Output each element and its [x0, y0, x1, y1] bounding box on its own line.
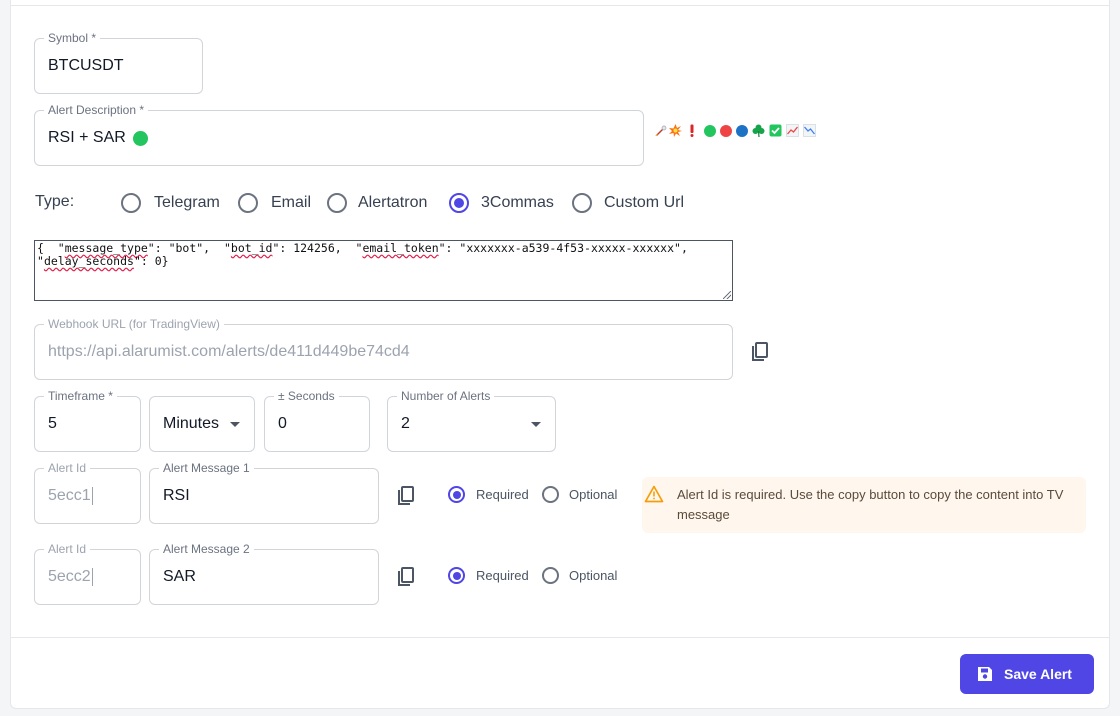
alert-message-field-1[interactable]: Alert Message 1 RSI	[149, 461, 379, 524]
number-of-alerts-label: Number of Alerts	[397, 389, 495, 403]
required-radio-2[interactable]	[448, 567, 465, 584]
optional-label-1: Optional	[569, 487, 618, 502]
json-key: message_type	[64, 241, 148, 255]
text-cursor	[91, 568, 93, 586]
chevron-down-icon	[531, 422, 541, 427]
alert-id-value: 5ecc2	[48, 550, 93, 604]
number-of-alerts-value: 2	[401, 415, 410, 432]
warning-alert: Alert Id is required. Use the copy butto…	[642, 477, 1086, 533]
type-label-3commas: 3Commas	[481, 194, 554, 211]
alert-description-value: RSI + SAR	[48, 111, 148, 165]
type-radio-telegram[interactable]	[121, 193, 141, 213]
chart-up-icon[interactable]	[786, 124, 799, 137]
copy-alert-id-icon[interactable]	[396, 485, 416, 507]
optional-label-2: Optional	[569, 568, 618, 583]
timeframe-value: 5	[48, 415, 57, 432]
json-key: bot_id	[230, 241, 273, 255]
timeframe-field[interactable]: Timeframe * 5	[34, 389, 141, 452]
green-circle-icon	[132, 130, 148, 146]
warning-text: Alert Id is required. Use the copy butto…	[677, 487, 1064, 522]
save-alert-label: Save Alert	[1004, 666, 1072, 682]
alert-description-field[interactable]: Alert Description * RSI + SAR	[34, 103, 644, 166]
footer-divider	[10, 637, 1110, 638]
explosion-icon[interactable]	[669, 124, 682, 137]
symbol-value: BTCUSDT	[48, 57, 124, 74]
json-text: ": "bot", "	[147, 241, 231, 255]
alert-id-field-1[interactable]: Alert Id 5ecc1	[34, 461, 141, 524]
alert-message-value: SAR	[163, 568, 196, 585]
type-radio-3commas[interactable]	[449, 193, 469, 213]
alert-description-text: RSI + SAR	[48, 129, 126, 146]
top-divider	[10, 5, 1110, 6]
type-radio-custom-url[interactable]	[572, 193, 592, 213]
type-label: Type:	[35, 193, 75, 210]
timeframe-unit-select[interactable]: Minutes	[149, 396, 255, 452]
alert-id-value: 5ecc1	[48, 469, 93, 523]
optional-radio-1[interactable]	[542, 486, 559, 503]
shamrock-icon[interactable]	[752, 124, 765, 137]
webhook-url-value: https://api.alarumist.com/alerts/de411d4…	[48, 343, 410, 360]
resize-handle[interactable]	[723, 291, 731, 299]
json-text: ": 124256, "	[272, 241, 363, 255]
rocket-icon[interactable]	[654, 124, 667, 137]
webhook-url-field[interactable]: Webhook URL (for TradingView) https://ap…	[34, 317, 733, 380]
warning-icon	[644, 485, 664, 503]
required-radio-1[interactable]	[448, 486, 465, 503]
required-label-2: Required	[476, 568, 529, 583]
chevron-down-icon	[230, 422, 240, 427]
check-box-icon[interactable]	[769, 124, 782, 137]
alert-message-value: RSI	[163, 487, 190, 504]
alert-id-text: 5ecc2	[48, 568, 91, 585]
json-key: delay_seconds	[43, 254, 134, 268]
blue-circle-icon[interactable]	[736, 125, 748, 137]
text-cursor	[91, 487, 93, 505]
json-text: { "	[37, 241, 65, 255]
save-icon	[978, 667, 992, 681]
type-label-alertatron: Alertatron	[358, 194, 428, 211]
timeframe-unit-value: Minutes	[163, 415, 220, 432]
json-text: ": 0}	[133, 254, 169, 268]
green-circle-icon[interactable]	[704, 125, 716, 137]
json-key: email_token	[362, 241, 439, 255]
json-text: ": "xxxxxxx-a539-4f53-xxxxx-xxxxxx",	[438, 241, 688, 255]
message-json-textarea[interactable]: { "message_type": "bot", "bot_id": 12425…	[34, 240, 733, 301]
optional-radio-2[interactable]	[542, 567, 559, 584]
seconds-value: 0	[278, 415, 287, 432]
alert-message-field-2[interactable]: Alert Message 2 SAR	[149, 542, 379, 605]
exclamation-icon[interactable]	[688, 124, 696, 137]
alert-id-field-2[interactable]: Alert Id 5ecc2	[34, 542, 141, 605]
copy-alert-id-icon[interactable]	[396, 566, 416, 588]
number-of-alerts-select[interactable]: Number of Alerts 2	[387, 389, 556, 452]
symbol-field[interactable]: Symbol * BTCUSDT	[34, 31, 203, 94]
type-label-telegram: Telegram	[154, 194, 220, 211]
seconds-field[interactable]: ± Seconds 0	[264, 389, 370, 452]
type-label-email: Email	[271, 194, 312, 211]
json-text: "	[37, 254, 44, 268]
copy-webhook-icon[interactable]	[750, 341, 770, 363]
red-circle-icon[interactable]	[720, 125, 732, 137]
required-label-1: Required	[476, 487, 529, 502]
save-alert-button[interactable]: Save Alert	[960, 654, 1094, 694]
type-radio-alertatron[interactable]	[327, 193, 347, 213]
type-radio-email[interactable]	[238, 193, 258, 213]
chart-down-icon[interactable]	[803, 124, 816, 137]
type-label-custom-url: Custom Url	[604, 194, 685, 211]
alert-id-text: 5ecc1	[48, 487, 91, 504]
